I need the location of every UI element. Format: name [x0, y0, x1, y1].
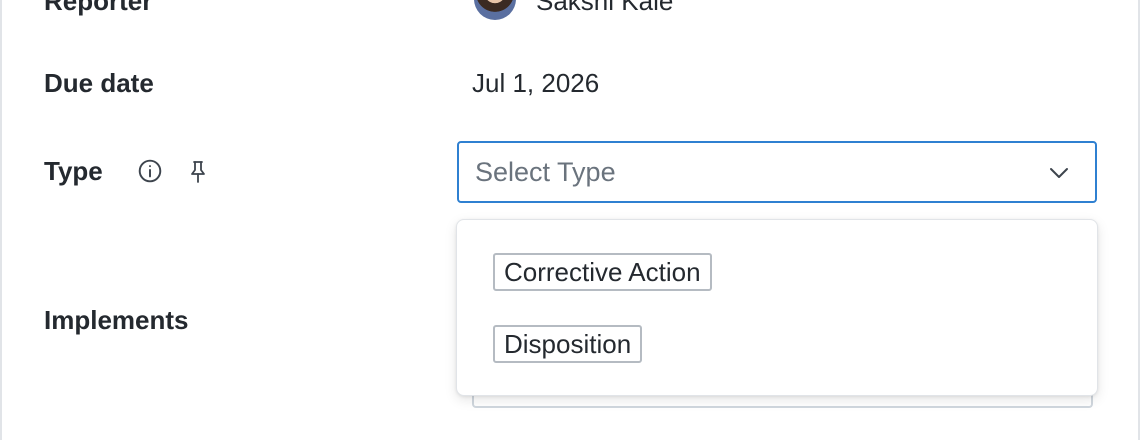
due-date-label: Due date	[44, 68, 154, 98]
pin-icon[interactable]	[184, 158, 212, 186]
type-select[interactable]: Select Type	[457, 141, 1097, 203]
due-date-value[interactable]: Jul 1, 2026	[472, 68, 599, 99]
implements-label: Implements	[44, 305, 189, 335]
type-label: Type	[44, 156, 103, 186]
issue-details-panel: Reporter Sakshi Kale Due date Jul 1, 202…	[0, 0, 1140, 440]
reporter-label: Reporter	[44, 0, 153, 16]
type-option-disposition[interactable]: Disposition	[493, 325, 643, 363]
reporter-name[interactable]: Sakshi Kale	[536, 0, 673, 17]
chevron-down-icon	[1047, 161, 1071, 185]
type-option-corrective-action[interactable]: Corrective Action	[493, 253, 712, 291]
info-icon[interactable]	[136, 157, 164, 185]
type-select-placeholder: Select Type	[475, 157, 616, 187]
type-dropdown-menu: Corrective Action Disposition	[456, 219, 1098, 396]
reporter-avatar	[474, 0, 516, 20]
